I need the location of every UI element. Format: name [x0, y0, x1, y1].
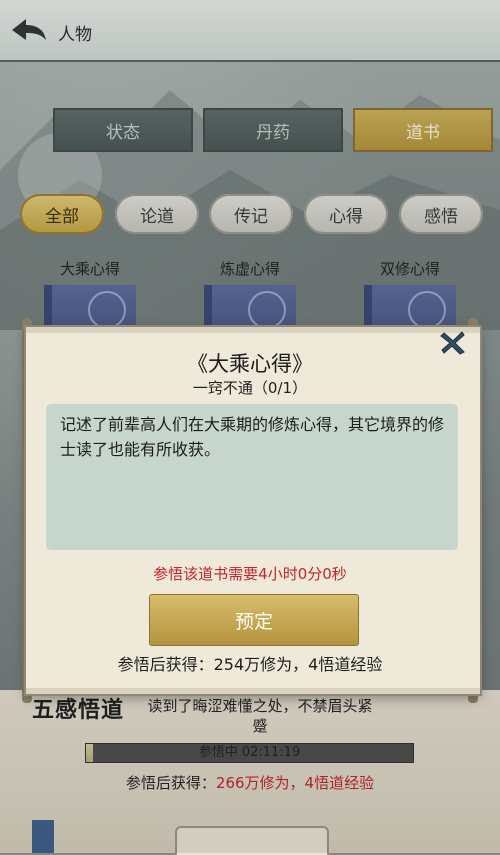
- top-bar: 人物: [0, 0, 500, 62]
- book-description: 记述了前辈高人们在大乘期的修炼心得，其它境界的修士读了也能有所收获。: [46, 404, 458, 550]
- modal-title: 《大乘心得》: [187, 352, 313, 376]
- gain-text: 参悟后获得：254万修为，4悟道经验: [117, 655, 383, 674]
- back-arrow-icon: [12, 19, 46, 40]
- reserve-button[interactable]: 预定: [149, 594, 359, 646]
- back-button[interactable]: [8, 16, 48, 44]
- requirement-text: 参悟该道书需要4小时0分0秒: [153, 565, 347, 583]
- modal-subtitle: 一窍不通（0/1）: [192, 379, 308, 397]
- page-title: 人物: [58, 25, 92, 45]
